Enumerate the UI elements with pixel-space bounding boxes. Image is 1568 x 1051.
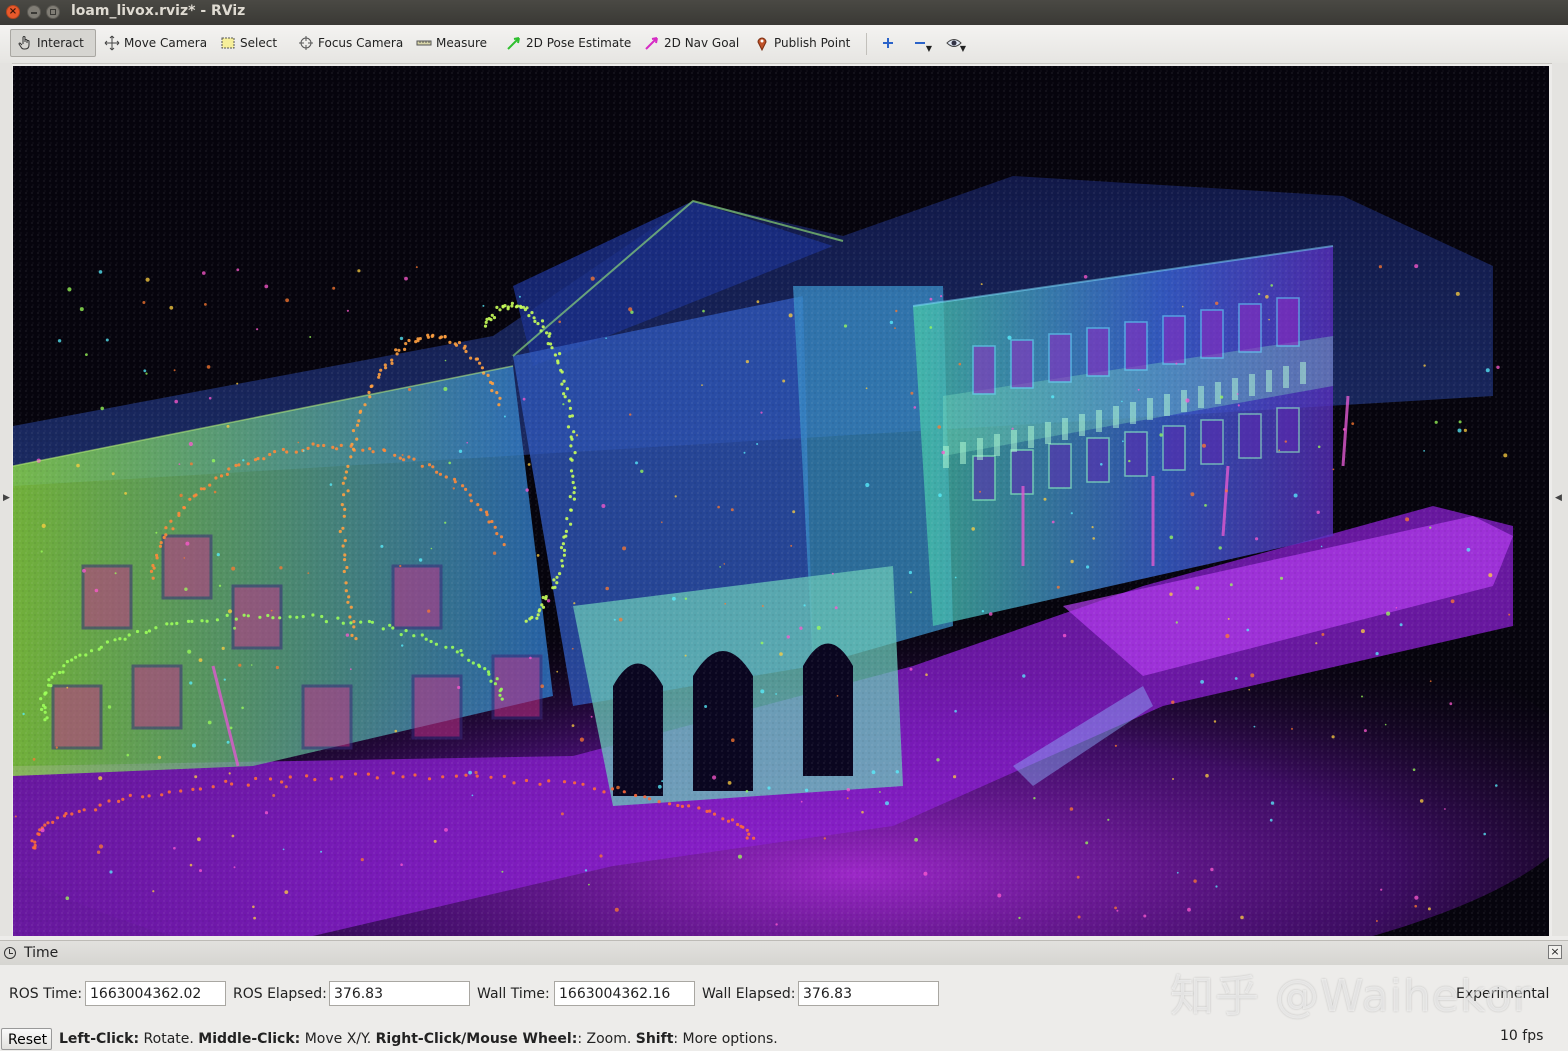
- point-cloud-scene: [13, 66, 1549, 936]
- map-pin-icon: [754, 35, 770, 52]
- interact-tool-button[interactable]: Interact: [10, 29, 96, 57]
- tool-label: Measure: [436, 36, 487, 50]
- right-dock-collapse-handle[interactable]: ◀: [1552, 63, 1568, 936]
- fps-indicator: 10 fps: [1500, 1028, 1544, 1044]
- remove-tool-button[interactable]: ▼: [906, 29, 934, 57]
- ros-elapsed-field[interactable]: [329, 981, 470, 1006]
- select-tool-button[interactable]: Select: [214, 29, 283, 57]
- hand-pointer-icon: [17, 35, 33, 51]
- tool-label: 2D Pose Estimate: [526, 36, 632, 50]
- wall-elapsed-field[interactable]: [798, 981, 939, 1006]
- time-panel-title: Time: [24, 945, 59, 961]
- move-camera-tool-button[interactable]: Move Camera: [98, 29, 213, 57]
- window-title: loam_livox.rviz* - RViz: [71, 3, 246, 19]
- close-window-icon[interactable]: ×: [6, 5, 20, 19]
- status-bar: Reset Left-Click: Rotate. Middle-Click: …: [0, 1025, 1568, 1051]
- plus-icon: [880, 35, 896, 51]
- ros-time-field[interactable]: [85, 981, 226, 1006]
- chevron-down-icon: ▼: [959, 44, 966, 53]
- crosshair-icon: [298, 35, 314, 51]
- tool-label: 2D Nav Goal: [664, 36, 740, 50]
- ruler-icon: [416, 35, 432, 51]
- wall-time-label: Wall Time:: [477, 986, 550, 1002]
- 2d-nav-goal-tool-button[interactable]: 2D Nav Goal: [638, 29, 745, 57]
- tool-label: Interact: [37, 36, 84, 50]
- chevron-down-icon: ▼: [925, 44, 932, 53]
- move-arrows-icon: [104, 35, 120, 51]
- minimize-window-icon[interactable]: [27, 5, 41, 19]
- mouse-help-text: Left-Click: Rotate. Middle-Click: Move X…: [59, 1031, 778, 1047]
- chevron-left-icon: ◀: [1555, 493, 1562, 503]
- ros-time-label: ROS Time:: [9, 986, 83, 1002]
- left-dock-collapse-handle[interactable]: ▶: [0, 63, 12, 936]
- tool-label: Select: [240, 36, 278, 50]
- 3d-render-viewport[interactable]: [13, 66, 1549, 936]
- clock-icon: [4, 947, 16, 959]
- eye-icon: ▼: [946, 35, 966, 53]
- add-tool-button[interactable]: [874, 29, 902, 57]
- time-panel: ROS Time: ROS Elapsed: Wall Time: Wall E…: [0, 964, 1568, 1024]
- wall-elapsed-label: Wall Elapsed:: [702, 986, 796, 1002]
- publish-point-tool-button[interactable]: Publish Point: [748, 29, 856, 57]
- ros-elapsed-label: ROS Elapsed:: [233, 986, 327, 1002]
- tool-label: Publish Point: [774, 36, 851, 50]
- wall-time-field[interactable]: [554, 981, 695, 1006]
- chevron-right-icon: ▶: [3, 493, 10, 503]
- maximize-window-icon[interactable]: [46, 5, 60, 19]
- pink-arrow-icon: [644, 35, 660, 51]
- reset-button[interactable]: Reset: [1, 1028, 52, 1050]
- view-options-button[interactable]: ▼: [940, 29, 968, 57]
- toolbar-separator: [866, 33, 867, 55]
- green-arrow-icon: [506, 35, 522, 51]
- tool-label: Move Camera: [124, 36, 208, 50]
- 2d-pose-estimate-tool-button[interactable]: 2D Pose Estimate: [500, 29, 637, 57]
- measure-tool-button[interactable]: Measure: [410, 29, 493, 57]
- selection-box-icon: [220, 35, 236, 51]
- tool-label: Focus Camera: [318, 36, 404, 50]
- experimental-checkbox-label[interactable]: Experimental: [1456, 986, 1549, 1002]
- window-titlebar: × loam_livox.rviz* - RViz: [0, 0, 1568, 25]
- focus-camera-tool-button[interactable]: Focus Camera: [292, 29, 409, 57]
- time-panel-header: Time ×: [0, 940, 1568, 965]
- tools-toolbar: Interact Move Camera Select Focus Camera…: [0, 25, 1568, 64]
- close-panel-icon[interactable]: ×: [1548, 945, 1562, 959]
- minus-icon: ▼: [912, 35, 932, 53]
